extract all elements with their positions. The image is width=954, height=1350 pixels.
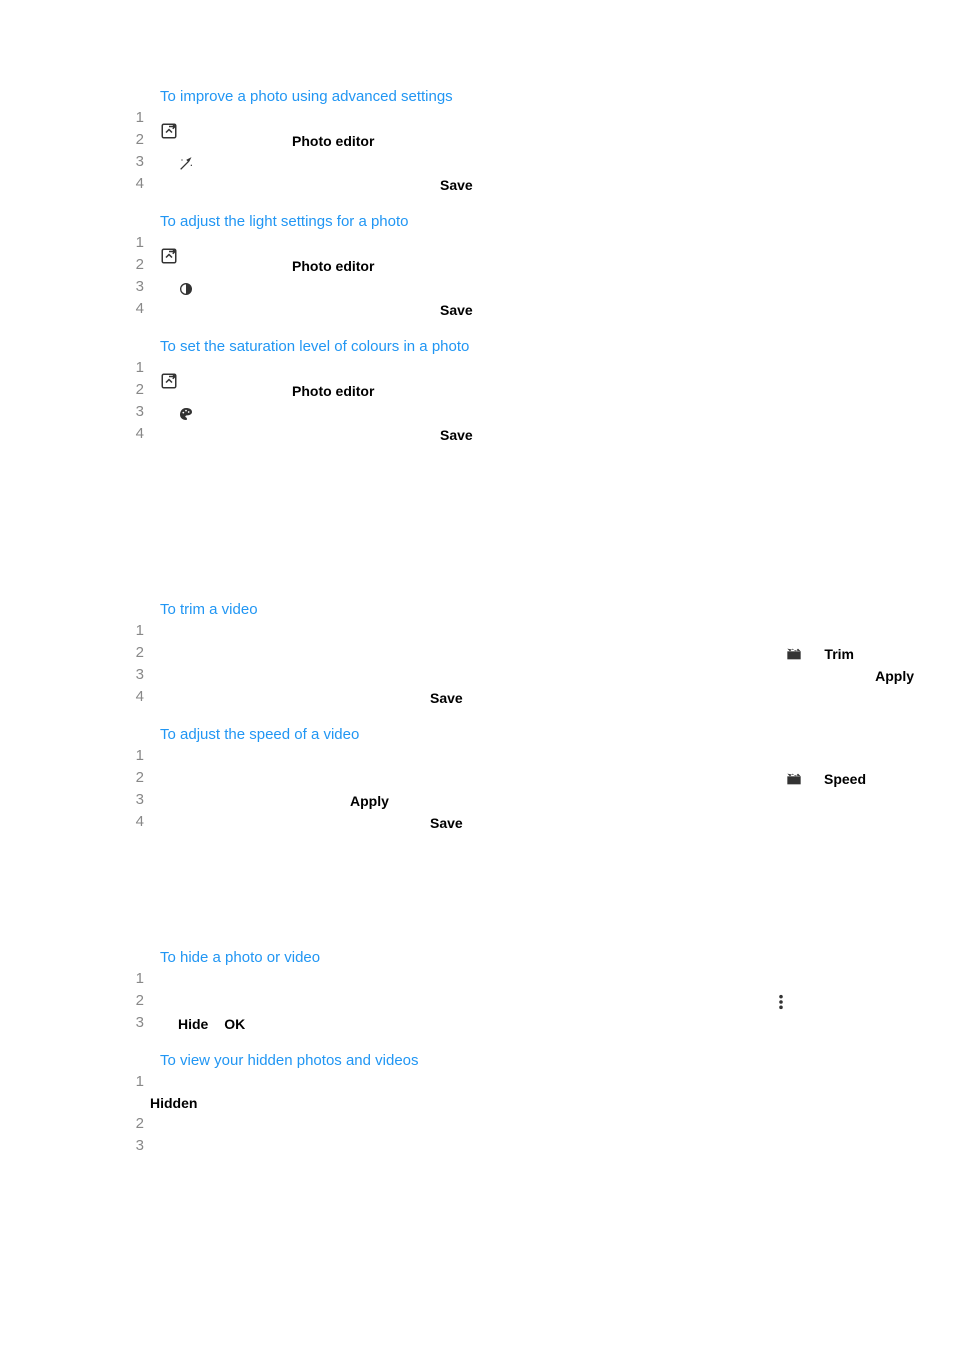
step-number: 3: [120, 791, 144, 808]
step-number: 1: [120, 1073, 144, 1090]
apply-label: Apply: [875, 668, 914, 684]
step-number: 2: [120, 1115, 144, 1132]
step-number: 4: [120, 300, 144, 317]
step-number: 4: [120, 175, 144, 192]
step-number: 3: [120, 403, 144, 420]
section-title: To trim a video: [160, 601, 954, 618]
step-number: 2: [120, 769, 144, 786]
trim-label: Trim: [824, 644, 854, 664]
step-number: 4: [120, 425, 144, 442]
step-number: 3: [120, 1014, 144, 1031]
step-number: 2: [120, 644, 144, 661]
save-label: Save: [440, 177, 473, 193]
save-label: Save: [440, 302, 473, 318]
step-number: 2: [120, 256, 144, 273]
step-number: 3: [120, 153, 144, 170]
photo-editor-label: Photo editor: [292, 131, 374, 151]
step-number: 2: [120, 992, 144, 1009]
step-number: 4: [120, 813, 144, 830]
step-number: 1: [120, 622, 144, 639]
movie-icon: [786, 772, 802, 786]
edit-icon: [160, 247, 178, 265]
section-title: To view your hidden photos and videos: [160, 1052, 954, 1069]
section-title: To adjust the light settings for a photo: [160, 213, 954, 230]
step-number: 1: [120, 109, 144, 126]
step-number: 1: [120, 359, 144, 376]
photo-editor-label: Photo editor: [292, 381, 374, 401]
movie-icon: [786, 647, 802, 661]
palette-icon: [178, 406, 194, 422]
step-number: 1: [120, 234, 144, 251]
step-number: 2: [120, 131, 144, 148]
save-label: Save: [430, 815, 463, 831]
exposure-icon: [178, 281, 194, 297]
section-hide: To hide a photo or video 1 2 3 Hide OK: [0, 949, 954, 1034]
section-title: To adjust the speed of a video: [160, 726, 954, 743]
photo-editor-label: Photo editor: [292, 256, 374, 276]
section-title: To improve a photo using advanced settin…: [160, 88, 954, 105]
section-advanced: To improve a photo using advanced settin…: [0, 88, 954, 195]
step-number: 1: [120, 747, 144, 764]
edit-icon: [160, 122, 178, 140]
step-number: 3: [120, 666, 144, 683]
step-number: 3: [120, 278, 144, 295]
save-label: Save: [430, 690, 463, 706]
section-saturation: To set the saturation level of colours i…: [0, 338, 954, 445]
step-number: 2: [120, 381, 144, 398]
section-speed: To adjust the speed of a video 1 2 Speed…: [0, 726, 954, 833]
section-light: To adjust the light settings for a photo…: [0, 213, 954, 320]
save-label: Save: [440, 427, 473, 443]
step-number: 3: [120, 1137, 144, 1154]
step-number: 4: [120, 688, 144, 705]
section-trim: To trim a video 1 2 Trim 3 Apply 4 Save: [0, 601, 954, 708]
magic-wand-icon: [178, 156, 194, 172]
section-title: To set the saturation level of colours i…: [160, 338, 954, 355]
more-vert-icon: [778, 994, 784, 1010]
section-title: To hide a photo or video: [160, 949, 954, 966]
section-viewhidden: To view your hidden photos and videos 1 …: [0, 1052, 954, 1157]
ok-label: OK: [224, 1016, 245, 1032]
apply-label: Apply: [350, 793, 389, 809]
document-page: To improve a photo using advanced settin…: [0, 0, 954, 1215]
step-number: 1: [120, 970, 144, 987]
hide-label: Hide: [178, 1016, 208, 1032]
edit-icon: [160, 372, 178, 390]
hidden-label: Hidden: [150, 1095, 197, 1111]
speed-label: Speed: [824, 769, 866, 789]
